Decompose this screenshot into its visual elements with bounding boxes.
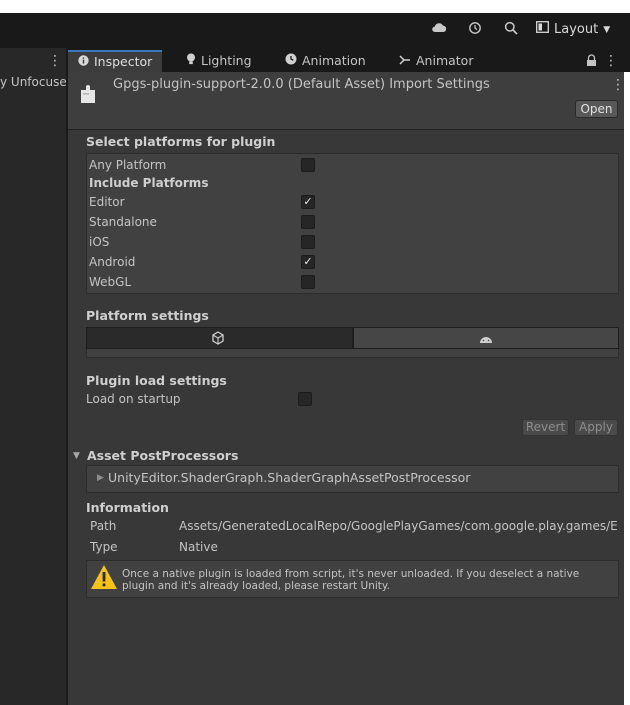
animator-icon xyxy=(399,50,411,72)
search-icon[interactable] xyxy=(502,21,520,39)
platforms-box xyxy=(86,153,619,294)
tab-animator[interactable]: Animator xyxy=(399,50,473,72)
inspector-menu-icon[interactable]: ⋮ xyxy=(604,54,618,68)
tab-inspector-label: Inspector xyxy=(94,54,153,69)
path-value: Assets/GeneratedLocalRepo/GooglePlayGame… xyxy=(179,519,617,533)
hierarchy-panel xyxy=(0,72,66,705)
revert-button[interactable]: Revert xyxy=(522,419,569,436)
platform-settings-title: Platform settings xyxy=(86,308,209,323)
unity-icon xyxy=(211,331,225,348)
platform-label-editor: Editor xyxy=(89,195,125,209)
info-icon xyxy=(78,51,89,73)
bulb-icon xyxy=(186,50,196,72)
any-platform-label: Any Platform xyxy=(89,158,167,172)
cloud-icon[interactable] xyxy=(430,21,448,39)
layout-label: Layout xyxy=(554,22,599,37)
tab-animation[interactable]: Animation xyxy=(285,50,366,72)
open-button[interactable]: Open xyxy=(575,100,618,118)
platform-checkbox-webgl[interactable] xyxy=(301,275,315,289)
chevron-down-icon: ▼ xyxy=(603,25,611,35)
left-panel-menu-icon[interactable]: ⋮ xyxy=(48,54,62,68)
header-menu-icon[interactable]: ⋮ xyxy=(611,78,625,92)
apply-button[interactable]: Apply xyxy=(574,419,618,436)
platform-label-ios: iOS xyxy=(89,235,110,249)
platform-checkbox-standalone[interactable] xyxy=(301,215,315,229)
load-on-startup-label: Load on startup xyxy=(86,392,181,406)
information-title: Information xyxy=(86,500,169,515)
postprocessors-title[interactable]: Asset PostProcessors xyxy=(87,448,238,463)
hierarchy-header-text: y Unfocused xyxy=(0,75,66,89)
platform-label-android: Android xyxy=(89,255,136,269)
include-platforms-label: Include Platforms xyxy=(89,176,209,190)
layout-icon xyxy=(536,20,549,40)
tab-lighting[interactable]: Lighting xyxy=(186,50,252,72)
path-label: Path xyxy=(90,519,117,533)
tab-lighting-label: Lighting xyxy=(201,53,252,68)
platform-label-webgl: WebGL xyxy=(89,275,132,289)
warning-text: Once a native plugin is loaded from scri… xyxy=(122,568,580,592)
window-right-edge xyxy=(624,72,630,705)
type-label: Type xyxy=(90,540,118,554)
platform-checkbox-android[interactable]: ✓ xyxy=(301,255,315,269)
platform-label-standalone: Standalone xyxy=(89,215,157,229)
platforms-section-title: Select platforms for plugin xyxy=(86,134,276,149)
tab-animator-label: Animator xyxy=(416,53,474,68)
postprocessor-item[interactable]: UnityEditor.ShaderGraph.ShaderGraphAsset… xyxy=(108,470,470,485)
foldout-arrow-icon[interactable]: ▼ xyxy=(73,451,80,461)
android-icon xyxy=(479,333,493,347)
tab-inspector[interactable]: Inspector xyxy=(68,50,163,73)
plugin-asset-icon xyxy=(80,84,98,107)
type-value: Native xyxy=(179,540,218,554)
page-title: Gpgs-plugin-support-2.0.0 (Default Asset… xyxy=(113,77,490,92)
foldout-right-icon[interactable]: ▶ xyxy=(97,473,104,483)
layout-button[interactable]: Layout ▼ xyxy=(536,20,610,40)
load-on-startup-checkbox[interactable] xyxy=(298,392,312,406)
platform-checkbox-editor[interactable]: ✓ xyxy=(301,195,315,209)
warning-icon xyxy=(90,564,118,593)
clock-icon xyxy=(285,50,297,72)
platform-tab-android[interactable] xyxy=(353,327,619,349)
any-platform-checkbox[interactable] xyxy=(301,158,315,172)
history-icon[interactable] xyxy=(466,21,484,39)
platform-tab-standalone[interactable] xyxy=(86,327,353,349)
window-top-strip xyxy=(0,0,630,13)
lock-icon[interactable] xyxy=(586,54,597,70)
platform-checkbox-ios[interactable] xyxy=(301,235,315,249)
plugin-load-title: Plugin load settings xyxy=(86,373,227,388)
tab-animation-label: Animation xyxy=(302,53,366,68)
